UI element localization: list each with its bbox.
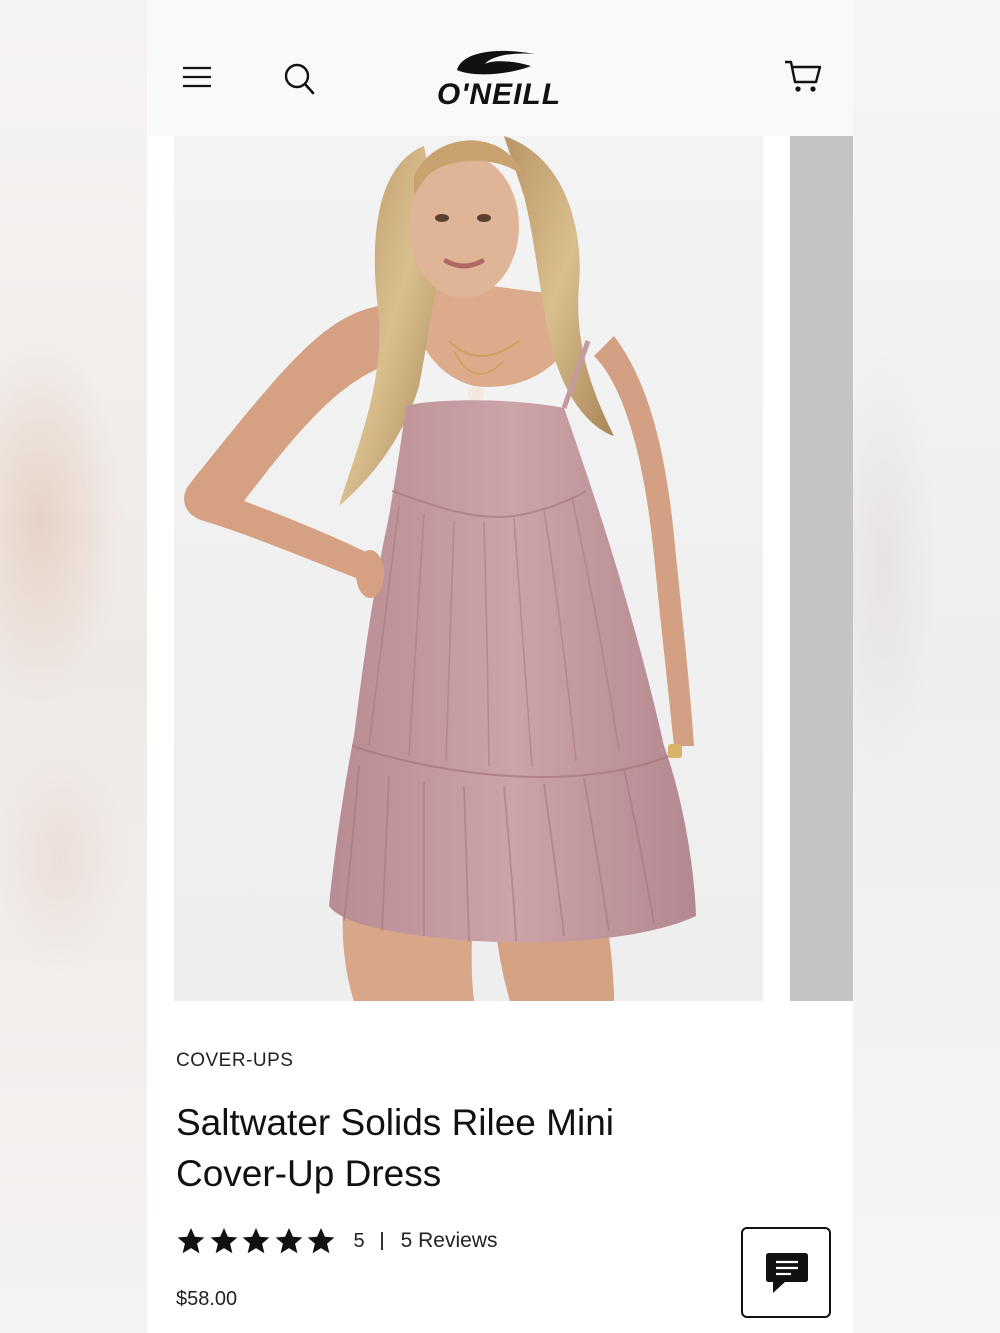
background-blur-right	[853, 0, 1000, 1333]
oneill-logo[interactable]: O'NEILL	[409, 44, 589, 114]
search-icon[interactable]	[283, 62, 315, 96]
product-page: O'NEILL COVER-UPS Saltwater Solids Rilee…	[147, 0, 853, 1333]
reviews-link[interactable]: 5 Reviews	[401, 1229, 498, 1253]
background-blur-left	[0, 0, 147, 1333]
rating-stars	[176, 1227, 339, 1255]
chat-button[interactable]	[741, 1227, 831, 1318]
product-photo[interactable]	[174, 136, 763, 1001]
rating-value: 5	[353, 1229, 365, 1252]
hamburger-menu-icon[interactable]	[181, 62, 213, 92]
star-icon	[177, 1227, 205, 1254]
product-title: Saltwater Solids Rilee Mini Cover-Up Dre…	[176, 1102, 615, 1194]
product-rating[interactable]: 5 5 Reviews	[176, 1226, 498, 1256]
star-icon	[242, 1227, 270, 1254]
shopping-cart-icon[interactable]	[783, 58, 823, 94]
product-price: $58.00	[176, 1288, 238, 1310]
wave-logo-icon	[457, 50, 535, 75]
star-icon	[275, 1227, 302, 1254]
star-icon	[307, 1227, 335, 1254]
rating-divider	[380, 1232, 383, 1250]
star-icon	[210, 1227, 237, 1254]
next-photo-peek[interactable]	[790, 136, 853, 1001]
product-category[interactable]: COVER-UPS	[176, 1050, 293, 1072]
chat-bubble-icon	[766, 1253, 808, 1293]
brand-name: O'NEILL	[436, 78, 562, 111]
site-header: O'NEILL	[147, 0, 853, 136]
product-image-gallery[interactable]	[147, 136, 853, 1001]
